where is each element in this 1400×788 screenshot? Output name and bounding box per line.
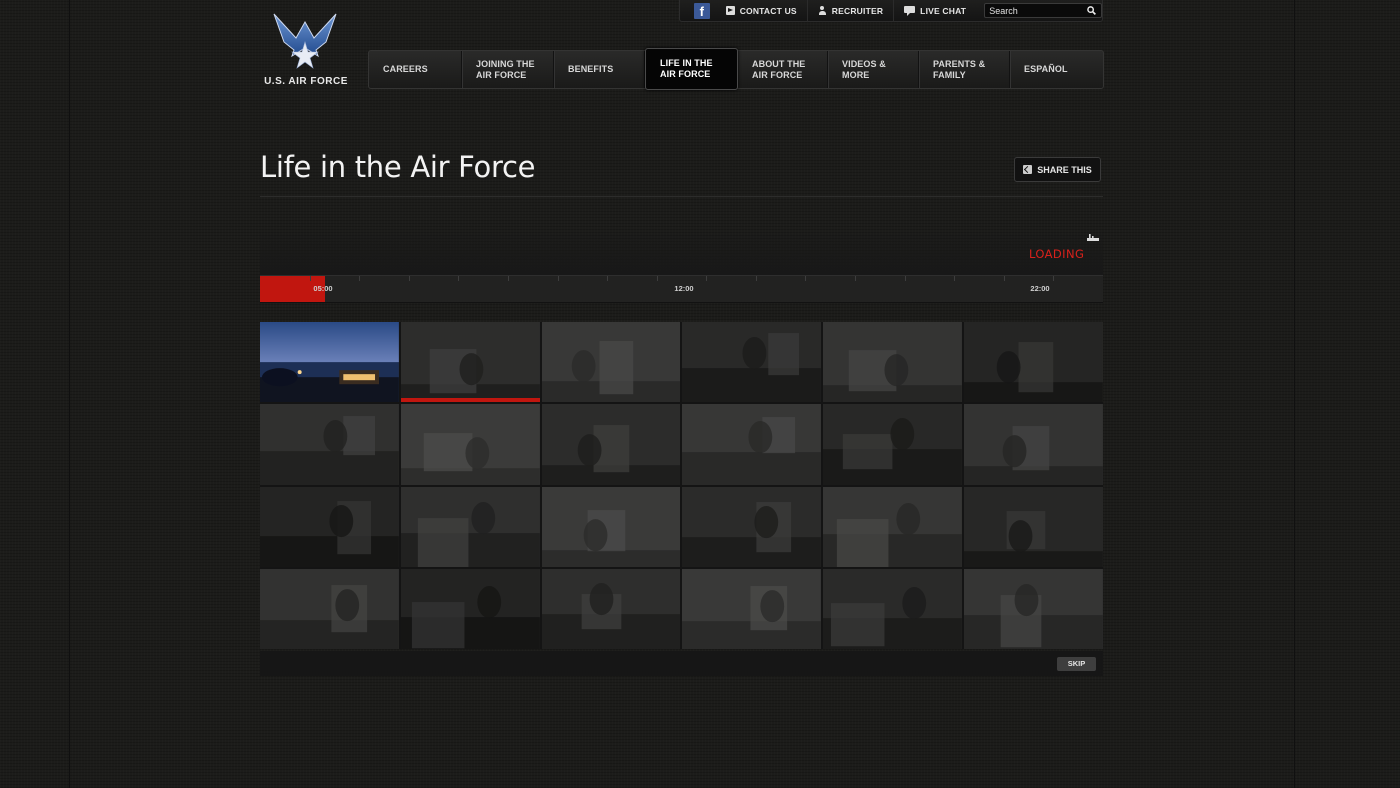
timeline-tick xyxy=(607,276,608,281)
timeline-tick xyxy=(1004,276,1005,281)
video-thumbnail-base-exterior-dusk[interactable] xyxy=(260,322,399,403)
player-header xyxy=(260,226,1103,275)
main-nav: CAREERS JOINING THE AIR FORCE BENEFITS L… xyxy=(368,48,1104,90)
video-thumbnail-vintage-car[interactable] xyxy=(823,568,963,649)
live-chat-label: LIVE CHAT xyxy=(920,5,967,16)
video-thumbnail-vehicle-field[interactable] xyxy=(541,322,681,403)
timeline-tick xyxy=(855,276,856,281)
nav-videos-and-more[interactable]: VIDEOS & MORE xyxy=(828,51,919,88)
timeline-tick xyxy=(508,276,509,281)
video-thumbnail-sports-field[interactable] xyxy=(541,486,681,567)
video-timeline[interactable]: 05:00 12:00 22:00 xyxy=(260,275,1103,303)
air-force-logo[interactable]: U.S. AIR FORCE xyxy=(260,12,352,88)
timeline-tick xyxy=(657,276,658,281)
timeline-tick xyxy=(954,276,955,281)
video-thumbnail-child-floor[interactable] xyxy=(260,568,399,649)
search-value: Search xyxy=(989,6,1018,16)
timeline-tick xyxy=(359,276,360,281)
utility-bar: f CONTACT US RECRUITER LIVE CHAT Search xyxy=(679,0,1103,22)
video-thumbnail-running-track[interactable] xyxy=(260,404,399,485)
video-thumbnail-volleyball-court[interactable] xyxy=(964,568,1103,649)
timeline-tick xyxy=(310,276,311,281)
video-thumbnail-uniformed-pair[interactable] xyxy=(823,486,963,567)
timeline-tick xyxy=(409,276,410,281)
loading-status: LOADING xyxy=(1029,247,1085,261)
arrow-icon xyxy=(725,6,735,15)
video-thumbnail-desk-worker[interactable] xyxy=(964,322,1103,403)
timeline-tick xyxy=(706,276,707,281)
video-thumbnail-person-window[interactable] xyxy=(964,486,1103,567)
video-thumbnail-housing-street[interactable] xyxy=(541,568,681,649)
title-divider xyxy=(260,196,1103,197)
contact-us-label: CONTACT US xyxy=(739,5,797,16)
search-input[interactable]: Search xyxy=(984,3,1102,18)
nav-benefits[interactable]: BENEFITS xyxy=(554,51,645,88)
nav-espanol[interactable]: ESPAÑOL xyxy=(1010,51,1103,88)
person-icon xyxy=(818,6,827,15)
video-thumbnail-man-car[interactable] xyxy=(682,568,822,649)
nav-careers[interactable]: CAREERS xyxy=(369,51,462,88)
video-thumbnail-grid xyxy=(260,322,1103,649)
timeline-label-2200: 22:00 xyxy=(1030,284,1050,293)
video-thumbnail-horizon-silhouettes[interactable] xyxy=(400,486,540,567)
nav-about-the-air-force[interactable]: ABOUT THE AIR FORCE xyxy=(738,51,828,88)
video-thumbnail-person-closeup[interactable] xyxy=(823,322,963,403)
video-thumbnail-hallway-people[interactable] xyxy=(400,322,540,403)
recruiter-label: RECRUITER xyxy=(831,5,884,16)
page-edge-left xyxy=(69,0,70,788)
facebook-icon[interactable]: f xyxy=(694,2,710,19)
nav-parents-and-family[interactable]: PARENTS & FAMILY xyxy=(919,51,1010,88)
logo-text: U.S. AIR FORCE xyxy=(264,76,348,87)
video-thumbnail-smiling-woman[interactable] xyxy=(964,404,1103,485)
recruiter-link[interactable]: RECRUITER xyxy=(806,0,893,22)
video-thumbnail-child-window[interactable] xyxy=(682,404,822,485)
timeline-tick xyxy=(756,276,757,281)
timeline-tick xyxy=(558,276,559,281)
nav-joining-the-air-force[interactable]: JOINING THE AIR FORCE xyxy=(462,51,554,88)
timeline-tick xyxy=(1053,276,1054,281)
live-chat-link[interactable]: LIVE CHAT xyxy=(893,0,976,22)
search-icon[interactable] xyxy=(1087,6,1096,15)
share-button[interactable]: SHARE THIS xyxy=(1014,157,1101,182)
hd-quality-icon[interactable] xyxy=(1087,233,1099,241)
timeline-label-0500: 05:00 xyxy=(313,284,333,293)
contact-us-link[interactable]: CONTACT US xyxy=(716,0,807,22)
video-thumbnail-kids-pool[interactable] xyxy=(400,568,540,649)
timeline-tick xyxy=(805,276,806,281)
video-thumbnail-outdoor-group[interactable] xyxy=(682,322,822,403)
page-title: Life in the Air Force xyxy=(260,150,536,184)
video-thumbnail-commissary-aisle[interactable] xyxy=(541,404,681,485)
video-thumbnail-child-drinking[interactable] xyxy=(682,486,822,567)
video-thumbnail-kitchen-interior[interactable] xyxy=(260,486,399,567)
timeline-tick xyxy=(458,276,459,281)
share-icon xyxy=(1023,165,1033,174)
timeline-label-1200: 12:00 xyxy=(674,284,694,293)
air-force-wings-icon xyxy=(273,13,337,69)
nav-life-in-the-air-force[interactable]: LIFE IN THE AIR FORCE xyxy=(645,48,738,90)
page-edge-right xyxy=(1294,0,1295,788)
video-thumbnail-fire-trucks[interactable] xyxy=(823,404,963,485)
video-thumbnail-racquetball-court[interactable] xyxy=(400,404,540,485)
player-footer xyxy=(260,651,1103,676)
skip-button[interactable]: SKIP xyxy=(1057,657,1096,671)
timeline-tick xyxy=(905,276,906,281)
chat-bubble-icon xyxy=(904,6,916,16)
share-label: SHARE THIS xyxy=(1037,164,1092,175)
